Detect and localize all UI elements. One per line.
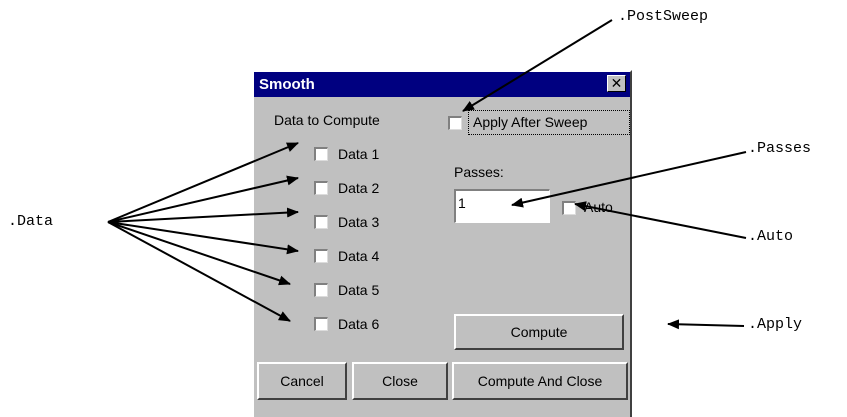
smooth-dialog: Smooth ✕ Data to Compute Apply After Swe… [252, 70, 632, 417]
data-3-label: Data 3 [338, 214, 380, 230]
auto-label: Auto [584, 199, 613, 215]
apply-after-sweep-checkbox[interactable] [448, 116, 462, 130]
cancel-button[interactable]: Cancel [257, 362, 347, 400]
data-4-checkbox[interactable] [314, 249, 328, 263]
annotation-data: .Data [8, 213, 54, 230]
annotation-auto: .Auto [748, 228, 794, 245]
data-1-label: Data 1 [338, 146, 380, 162]
auto-checkbox[interactable] [562, 201, 576, 215]
dialog-title: Smooth [259, 76, 315, 93]
title-bar[interactable]: Smooth ✕ [254, 72, 630, 97]
data-6-checkbox[interactable] [314, 317, 328, 331]
data-3-checkbox[interactable] [314, 215, 328, 229]
passes-label: Passes: [454, 164, 504, 180]
data-5-label: Data 5 [338, 282, 380, 298]
close-icon: ✕ [610, 75, 623, 91]
data-5-checkbox[interactable] [314, 283, 328, 297]
annotation-passes: .Passes [748, 140, 812, 157]
compute-button[interactable]: Compute [454, 314, 624, 350]
arrow-apply [667, 319, 745, 330]
annotation-postsweep: .PostSweep [618, 8, 709, 25]
data-2-checkbox[interactable] [314, 181, 328, 195]
close-button[interactable]: Close [352, 362, 448, 400]
apply-after-sweep-label: Apply After Sweep [473, 114, 588, 130]
data-4-label: Data 4 [338, 248, 380, 264]
data-6-label: Data 6 [338, 316, 380, 332]
compute-and-close-button[interactable]: Compute And Close [452, 362, 628, 400]
close-window-button[interactable]: ✕ [607, 75, 626, 92]
data-1-checkbox[interactable] [314, 147, 328, 161]
passes-input[interactable]: 1 [454, 189, 550, 223]
data-to-compute-label: Data to Compute [274, 112, 380, 128]
annotation-apply: .Apply [748, 316, 803, 333]
data-2-label: Data 2 [338, 180, 380, 196]
